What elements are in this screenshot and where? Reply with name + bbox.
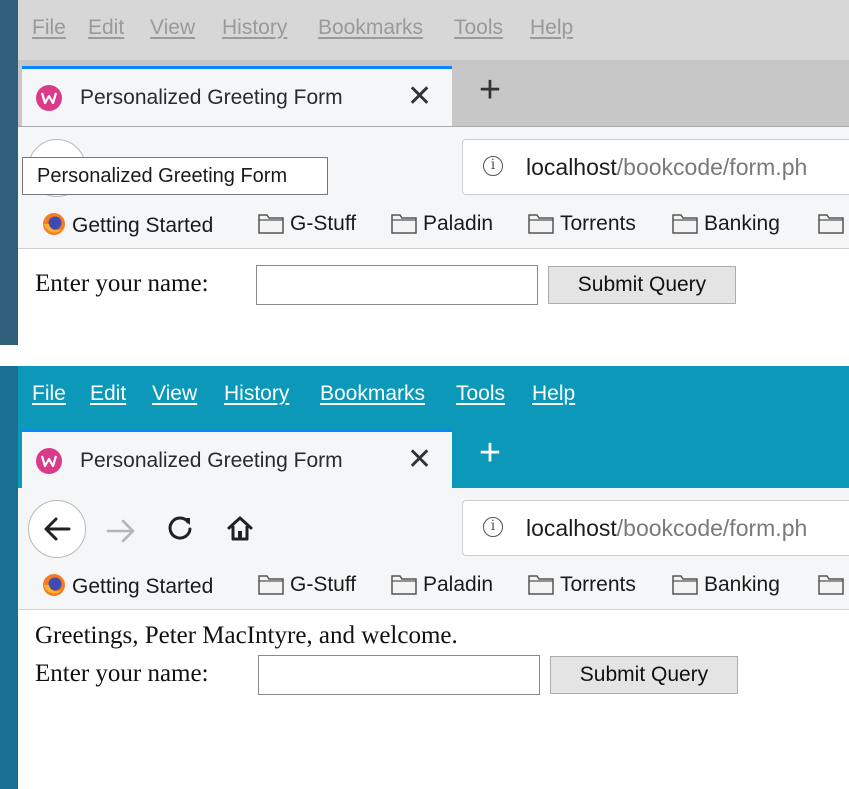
bookmark-label: Banking — [704, 212, 780, 235]
menu-bar: File Edit View History Bookmarks Tools H… — [18, 366, 849, 426]
page-content: Enter your name: Submit Query — [18, 249, 849, 345]
favicon-icon — [36, 85, 62, 111]
url-host: localhost — [526, 154, 617, 180]
folder-icon — [818, 575, 844, 595]
bookmark-folder-banking[interactable]: Banking — [672, 573, 780, 597]
folder-icon — [391, 575, 417, 595]
info-icon[interactable]: i — [483, 517, 503, 537]
folder-icon — [528, 575, 554, 595]
menu-view[interactable]: View — [150, 16, 195, 40]
bookmark-label: G-Stuff — [290, 212, 357, 235]
new-tab-button[interactable]: + — [470, 433, 510, 473]
forward-button[interactable] — [102, 510, 142, 550]
home-icon — [227, 516, 253, 541]
name-label: Enter your name: — [35, 660, 209, 687]
menu-file[interactable]: File — [32, 16, 66, 40]
bookmark-folder-torrents[interactable]: Torrents — [528, 212, 636, 236]
url-host: localhost — [526, 515, 617, 541]
back-arrow-icon — [44, 517, 71, 541]
menu-view[interactable]: View — [152, 382, 197, 406]
favicon-icon — [36, 448, 62, 474]
forward-arrow-icon — [106, 519, 135, 543]
bookmark-folder-paladin[interactable]: Paladin — [391, 212, 493, 236]
url-bar[interactable]: i localhost/bookcode/form.ph — [462, 500, 849, 556]
menu-bookmarks[interactable]: Bookmarks — [320, 382, 425, 406]
tab-strip: Personalized Greeting Form ✕ + — [18, 423, 849, 489]
folder-icon — [528, 214, 554, 234]
greeting-message: Greetings, Peter MacIntyre, and welcome. — [35, 622, 458, 649]
bookmark-folder-paladin[interactable]: Paladin — [391, 573, 493, 597]
tab-title: Personalized Greeting Form — [80, 449, 343, 472]
menu-edit[interactable]: Edit — [88, 16, 124, 40]
tab-tooltip: Personalized Greeting Form — [22, 157, 328, 195]
folder-icon — [391, 214, 417, 234]
info-icon[interactable]: i — [483, 156, 503, 176]
menu-file[interactable]: File — [32, 382, 66, 406]
menu-history[interactable]: History — [224, 382, 289, 406]
menu-history[interactable]: History — [222, 16, 287, 40]
reload-icon — [168, 516, 192, 540]
folder-icon — [672, 575, 698, 595]
tab-personalized-greeting-form[interactable]: Personalized Greeting Form ✕ — [22, 66, 452, 126]
bookmark-folder-g-stuff[interactable]: G-Stuff — [258, 573, 356, 597]
home-button[interactable] — [220, 508, 260, 548]
bookmark-folder-torrents[interactable]: Torrents — [528, 573, 636, 597]
url-path: /bookcode/form.ph — [616, 515, 808, 541]
reload-button[interactable] — [160, 508, 200, 548]
menu-bar: File Edit View History Bookmarks Tools H… — [18, 0, 849, 60]
firefox-icon — [43, 574, 65, 596]
bookmark-getting-started[interactable]: Getting Started — [42, 212, 213, 238]
menu-help[interactable]: Help — [530, 16, 573, 40]
bookmark-label: Paladin — [423, 212, 494, 235]
bookmark-folder-overflow[interactable] — [818, 573, 849, 597]
menu-help[interactable]: Help — [532, 382, 575, 406]
window-frame-edge — [0, 0, 18, 345]
submit-query-button[interactable]: Submit Query — [550, 656, 738, 694]
new-tab-button[interactable]: + — [470, 70, 510, 110]
bookmark-label: Banking — [704, 573, 780, 596]
name-input[interactable] — [256, 265, 538, 305]
back-button[interactable] — [28, 500, 86, 558]
tab-strip: Personalized Greeting Form ✕ + — [18, 60, 849, 127]
url-text: localhost/bookcode/form.ph — [526, 515, 807, 542]
bookmark-folder-banking[interactable]: Banking — [672, 212, 780, 236]
folder-icon — [258, 575, 284, 595]
browser-window-before: File Edit View History Bookmarks Tools H… — [0, 0, 849, 345]
navigation-toolbar: i localhost/bookcode/form.ph — [18, 488, 849, 563]
submit-query-button[interactable]: Submit Query — [548, 266, 736, 304]
window-frame-edge — [0, 366, 18, 789]
browser-window-after: File Edit View History Bookmarks Tools H… — [0, 366, 849, 789]
bookmark-label: Getting Started — [72, 214, 214, 237]
tab-personalized-greeting-form[interactable]: Personalized Greeting Form ✕ — [22, 429, 452, 489]
menu-bookmarks[interactable]: Bookmarks — [318, 16, 423, 40]
menu-tools[interactable]: Tools — [454, 16, 503, 40]
close-tab-icon[interactable]: ✕ — [407, 440, 432, 480]
url-text: localhost/bookcode/form.ph — [526, 154, 807, 181]
close-tab-icon[interactable]: ✕ — [407, 77, 432, 117]
bookmarks-toolbar: Getting Started G-Stuff Paladin Torrents… — [18, 563, 849, 610]
bookmark-getting-started[interactable]: Getting Started — [42, 573, 213, 599]
bookmark-label: Paladin — [423, 573, 494, 596]
folder-icon — [672, 214, 698, 234]
menu-edit[interactable]: Edit — [90, 382, 126, 406]
bookmark-folder-overflow[interactable] — [818, 212, 849, 236]
bookmark-label: Getting Started — [72, 575, 214, 598]
page-content: Greetings, Peter MacIntyre, and welcome.… — [18, 610, 849, 789]
bookmark-folder-g-stuff[interactable]: G-Stuff — [258, 212, 356, 236]
folder-icon — [818, 214, 844, 234]
url-path: /bookcode/form.ph — [616, 154, 808, 180]
bookmark-label: G-Stuff — [290, 573, 357, 596]
name-input[interactable] — [258, 655, 540, 695]
firefox-icon — [43, 213, 65, 235]
menu-tools[interactable]: Tools — [456, 382, 505, 406]
folder-icon — [258, 214, 284, 234]
url-bar[interactable]: i localhost/bookcode/form.ph — [462, 139, 849, 195]
bookmark-label: Torrents — [560, 212, 636, 235]
bookmarks-toolbar: Getting Started G-Stuff Paladin Torrents… — [18, 202, 849, 249]
bookmark-label: Torrents — [560, 573, 636, 596]
name-label: Enter your name: — [35, 270, 209, 297]
tab-title: Personalized Greeting Form — [80, 86, 343, 109]
